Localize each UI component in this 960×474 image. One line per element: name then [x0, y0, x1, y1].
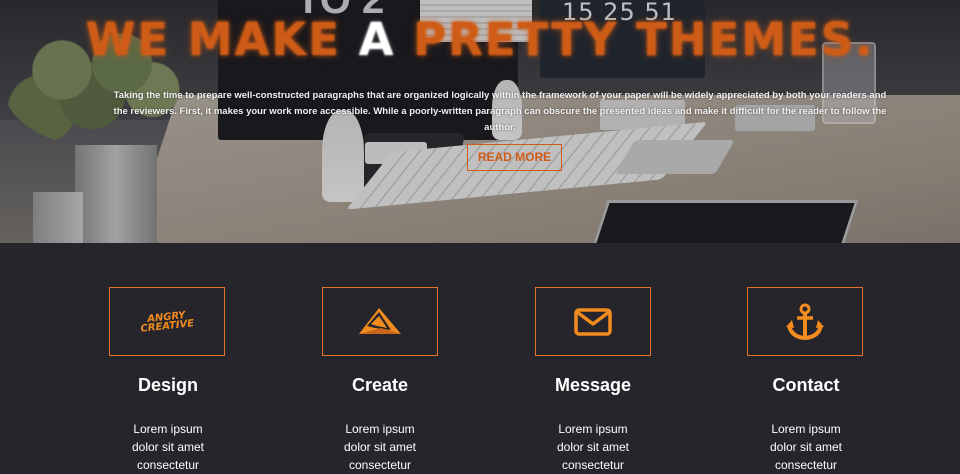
feature-text-line: Lorem ipsum: [345, 422, 415, 436]
feature-text-line: dolor sit amet: [343, 440, 417, 454]
paper-plane-icon: [359, 307, 401, 334]
hero-title-part1: WE MAKE: [85, 13, 341, 66]
read-more-button[interactable]: READ MORE: [467, 144, 562, 171]
hero-section: TO 2 15 25 51 WE MAKE A PRETTY THEMES. T…: [0, 0, 960, 243]
feature-create-text: Lorem ipsum dolor sit amet consectetur: [270, 420, 490, 474]
angry-creative-logo-icon: ANGRY CREATIVE: [139, 310, 195, 335]
feature-contact-text: Lorem ipsum dolor sit amet consectetur: [696, 420, 916, 474]
feature-text-line: consectetur: [136, 458, 200, 472]
feature-design-text: Lorem ipsum dolor sit amet consectetur: [58, 420, 278, 474]
feature-create-title: Create: [351, 375, 409, 395]
features-section: ANGRY CREATIVE Design Lorem ipsum dolor …: [0, 243, 960, 472]
feature-text-line: dolor sit amet: [769, 440, 843, 454]
feature-text-line: consectetur: [561, 458, 625, 472]
feature-design-icon-box[interactable]: ANGRY CREATIVE: [109, 287, 225, 356]
feature-text-line: Lorem ipsum: [558, 422, 628, 436]
anchor-icon: [786, 303, 824, 340]
feature-text-line: dolor sit amet: [556, 440, 630, 454]
feature-text-line: dolor sit amet: [131, 440, 205, 454]
hero-title-part2: PRETTY THEMES.: [413, 13, 875, 66]
feature-contact-icon-box[interactable]: [747, 287, 863, 356]
feature-message-title: Message: [554, 375, 632, 395]
feature-design-title: Design: [137, 375, 198, 395]
hero-title-highlight: A: [358, 13, 396, 66]
feature-text-line: Lorem ipsum: [771, 422, 841, 436]
feature-contact-title: Contact: [772, 375, 840, 395]
feature-message-text: Lorem ipsum dolor sit amet consectetur: [483, 420, 703, 474]
feature-text-line: consectetur: [348, 458, 412, 472]
envelope-icon: [574, 307, 612, 336]
hero-title: WE MAKE A PRETTY THEMES.: [0, 14, 960, 66]
feature-message-icon-box[interactable]: [535, 287, 651, 356]
feature-create-icon-box[interactable]: [322, 287, 438, 356]
feature-text-line: consectetur: [774, 458, 838, 472]
feature-text-line: Lorem ipsum: [133, 422, 203, 436]
hero-description: Taking the time to prepare well-construc…: [113, 90, 887, 133]
